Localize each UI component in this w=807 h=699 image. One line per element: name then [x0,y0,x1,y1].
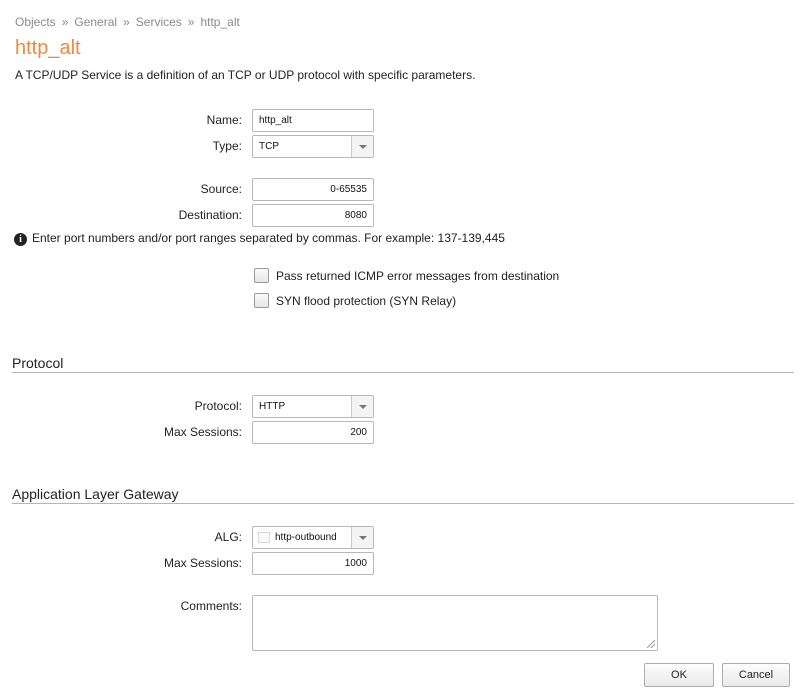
protocol-select[interactable]: HTTP [252,395,374,418]
protocol-label: Protocol: [194,399,242,413]
protocol-max-sessions-input[interactable]: 200 [252,421,374,444]
icmp-checkbox[interactable] [254,268,269,283]
comments-label: Comments: [180,599,242,613]
alg-select-value: http-outbound [275,532,337,543]
breadcrumb-objects[interactable]: Objects [15,15,56,29]
cancel-button[interactable]: Cancel [722,663,790,687]
alg-label: ALG: [214,530,242,544]
breadcrumb-general[interactable]: General [74,15,117,29]
name-label: Name: [206,113,242,127]
chevron-down-icon[interactable] [351,527,373,548]
chevron-down-icon[interactable] [351,396,373,417]
type-select[interactable]: TCP [252,135,374,158]
chevron-down-icon[interactable] [351,136,373,157]
breadcrumb-separator: » [61,15,69,29]
protocol-select-value: HTTP [259,401,286,412]
syn-flood-checkbox-label[interactable]: SYN flood protection (SYN Relay) [276,294,456,308]
protocol-section-title: Protocol [12,355,64,371]
syn-flood-checkbox[interactable] [254,293,269,308]
alg-object-icon [258,532,270,543]
port-help-text: Enter port numbers and/or port ranges se… [32,231,505,245]
alg-select[interactable]: http-outbound [252,526,374,549]
alg-section-title: Application Layer Gateway [12,486,179,502]
type-select-value: TCP [259,141,279,152]
destination-port-input[interactable]: 8080 [252,204,374,227]
breadcrumb-separator: » [187,15,195,29]
page-description: A TCP/UDP Service is a definition of an … [15,68,476,82]
ok-button[interactable]: OK [644,663,714,687]
protocol-max-sessions-label: Max Sessions: [163,425,242,439]
protocol-section-divider [12,372,794,373]
resize-grip-icon[interactable] [647,640,655,648]
page-title: http_alt [15,37,81,59]
breadcrumb-services[interactable]: Services [136,15,182,29]
name-input[interactable]: http_alt [252,109,374,132]
breadcrumb-separator: » [123,15,130,29]
comments-textarea[interactable] [252,595,658,651]
alg-section-divider [12,503,794,504]
source-port-input[interactable]: 0-65535 [252,178,374,201]
icmp-checkbox-label[interactable]: Pass returned ICMP error messages from d… [276,269,559,283]
source-label: Source: [200,182,242,196]
destination-label: Destination: [178,208,242,222]
breadcrumb-current: http_alt [200,15,240,29]
type-label: Type: [212,139,242,153]
info-icon: i [14,233,27,246]
alg-max-sessions-label: Max Sessions: [163,556,242,570]
breadcrumb: Objects » General » Services » http_alt [15,15,240,29]
alg-max-sessions-input[interactable]: 1000 [252,552,374,575]
